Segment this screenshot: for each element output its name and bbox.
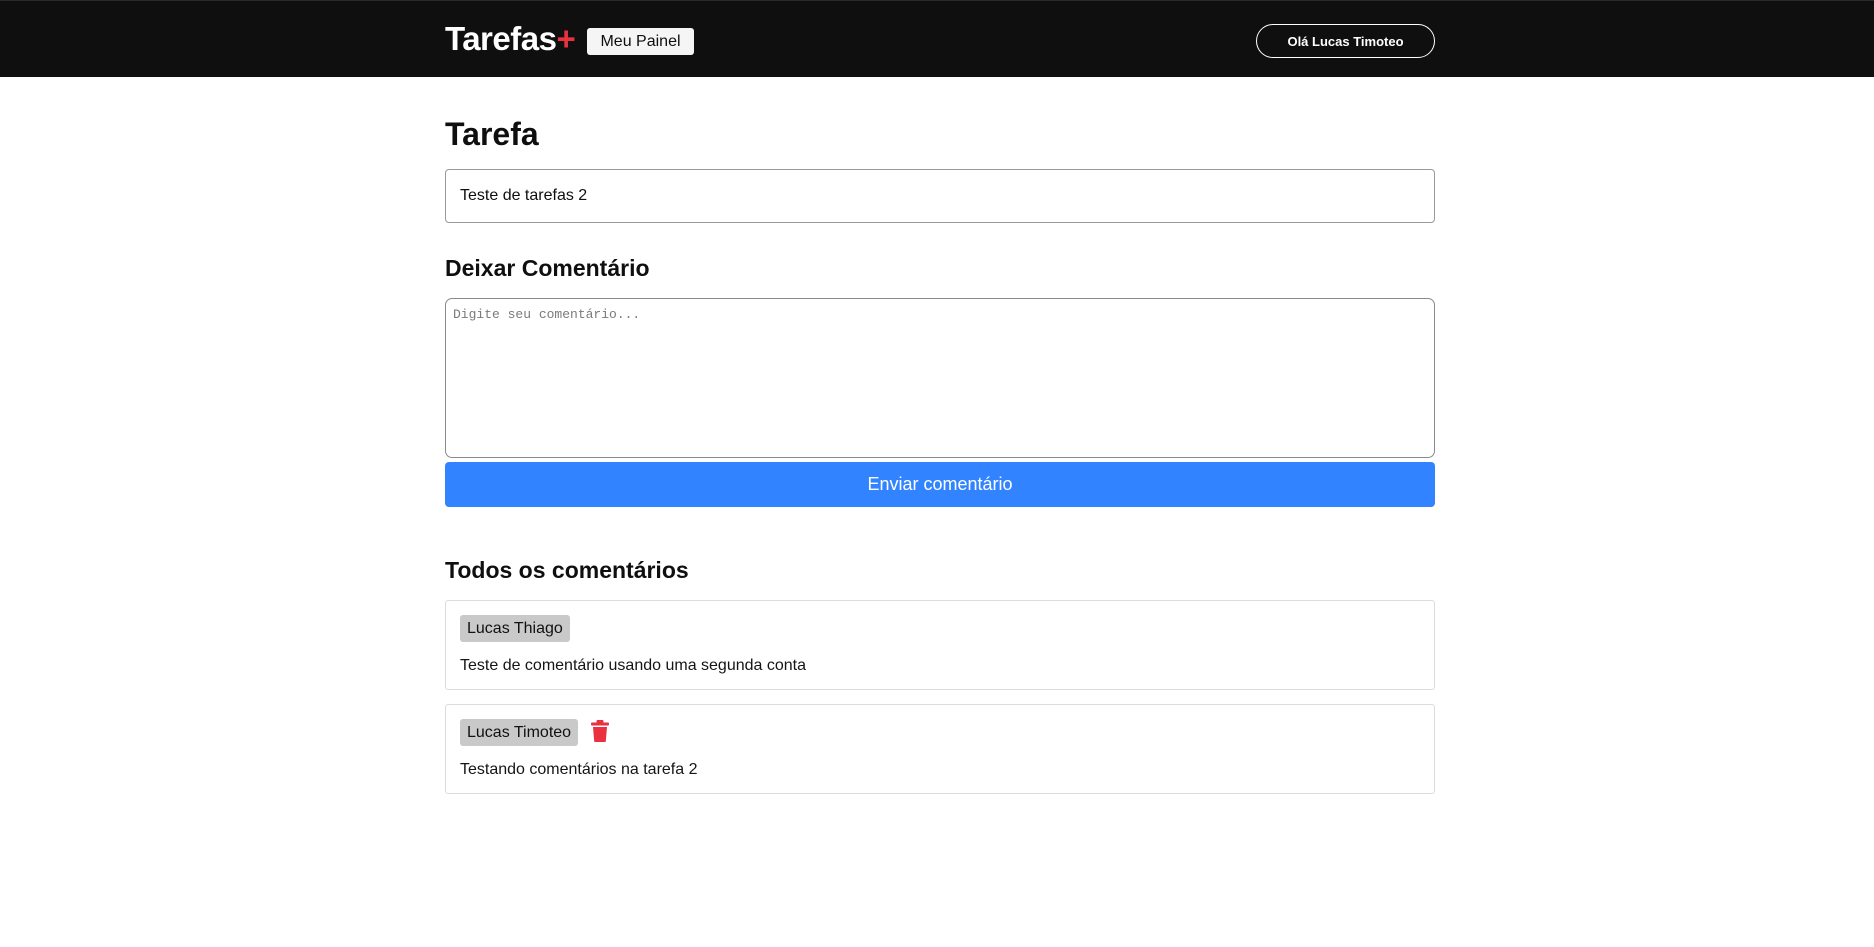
all-comments-heading: Todos os comentários xyxy=(445,557,689,583)
logo-plus-accent: + xyxy=(556,20,576,57)
trash-icon[interactable] xyxy=(590,719,610,743)
top-navbar: Tarefas+ Meu Painel Olá Lucas Timoteo xyxy=(0,0,1874,77)
comment-text: Teste de comentário usando uma segunda c… xyxy=(460,657,807,674)
comment-text: Testando comentários na tarefa 2 xyxy=(460,761,698,778)
user-greeting-button[interactable]: Olá Lucas Timoteo xyxy=(1256,24,1435,58)
comment-textarea[interactable] xyxy=(445,298,1435,458)
comment-author-badge: Lucas Timoteo xyxy=(460,719,579,746)
navbar-container: Tarefas+ Meu Painel Olá Lucas Timoteo xyxy=(445,1,1435,78)
leave-comment-heading: Deixar Comentário xyxy=(445,255,650,281)
trash-icon-svg xyxy=(591,720,609,742)
comment-card: Lucas Timoteo Testando comentários na ta… xyxy=(445,704,1435,794)
my-dashboard-button[interactable]: Meu Painel xyxy=(587,28,694,55)
send-comment-button[interactable]: Enviar comentário xyxy=(445,462,1435,507)
comment-card: Lucas Thiago Teste de comentário usando … xyxy=(445,600,1435,690)
logo-text: Tarefas xyxy=(445,20,557,57)
task-name-box: Teste de tarefas 2 xyxy=(445,169,1435,223)
comment-author-badge: Lucas Thiago xyxy=(460,615,570,642)
app-logo[interactable]: Tarefas+ xyxy=(445,19,576,59)
page-title: Tarefa xyxy=(445,116,539,152)
